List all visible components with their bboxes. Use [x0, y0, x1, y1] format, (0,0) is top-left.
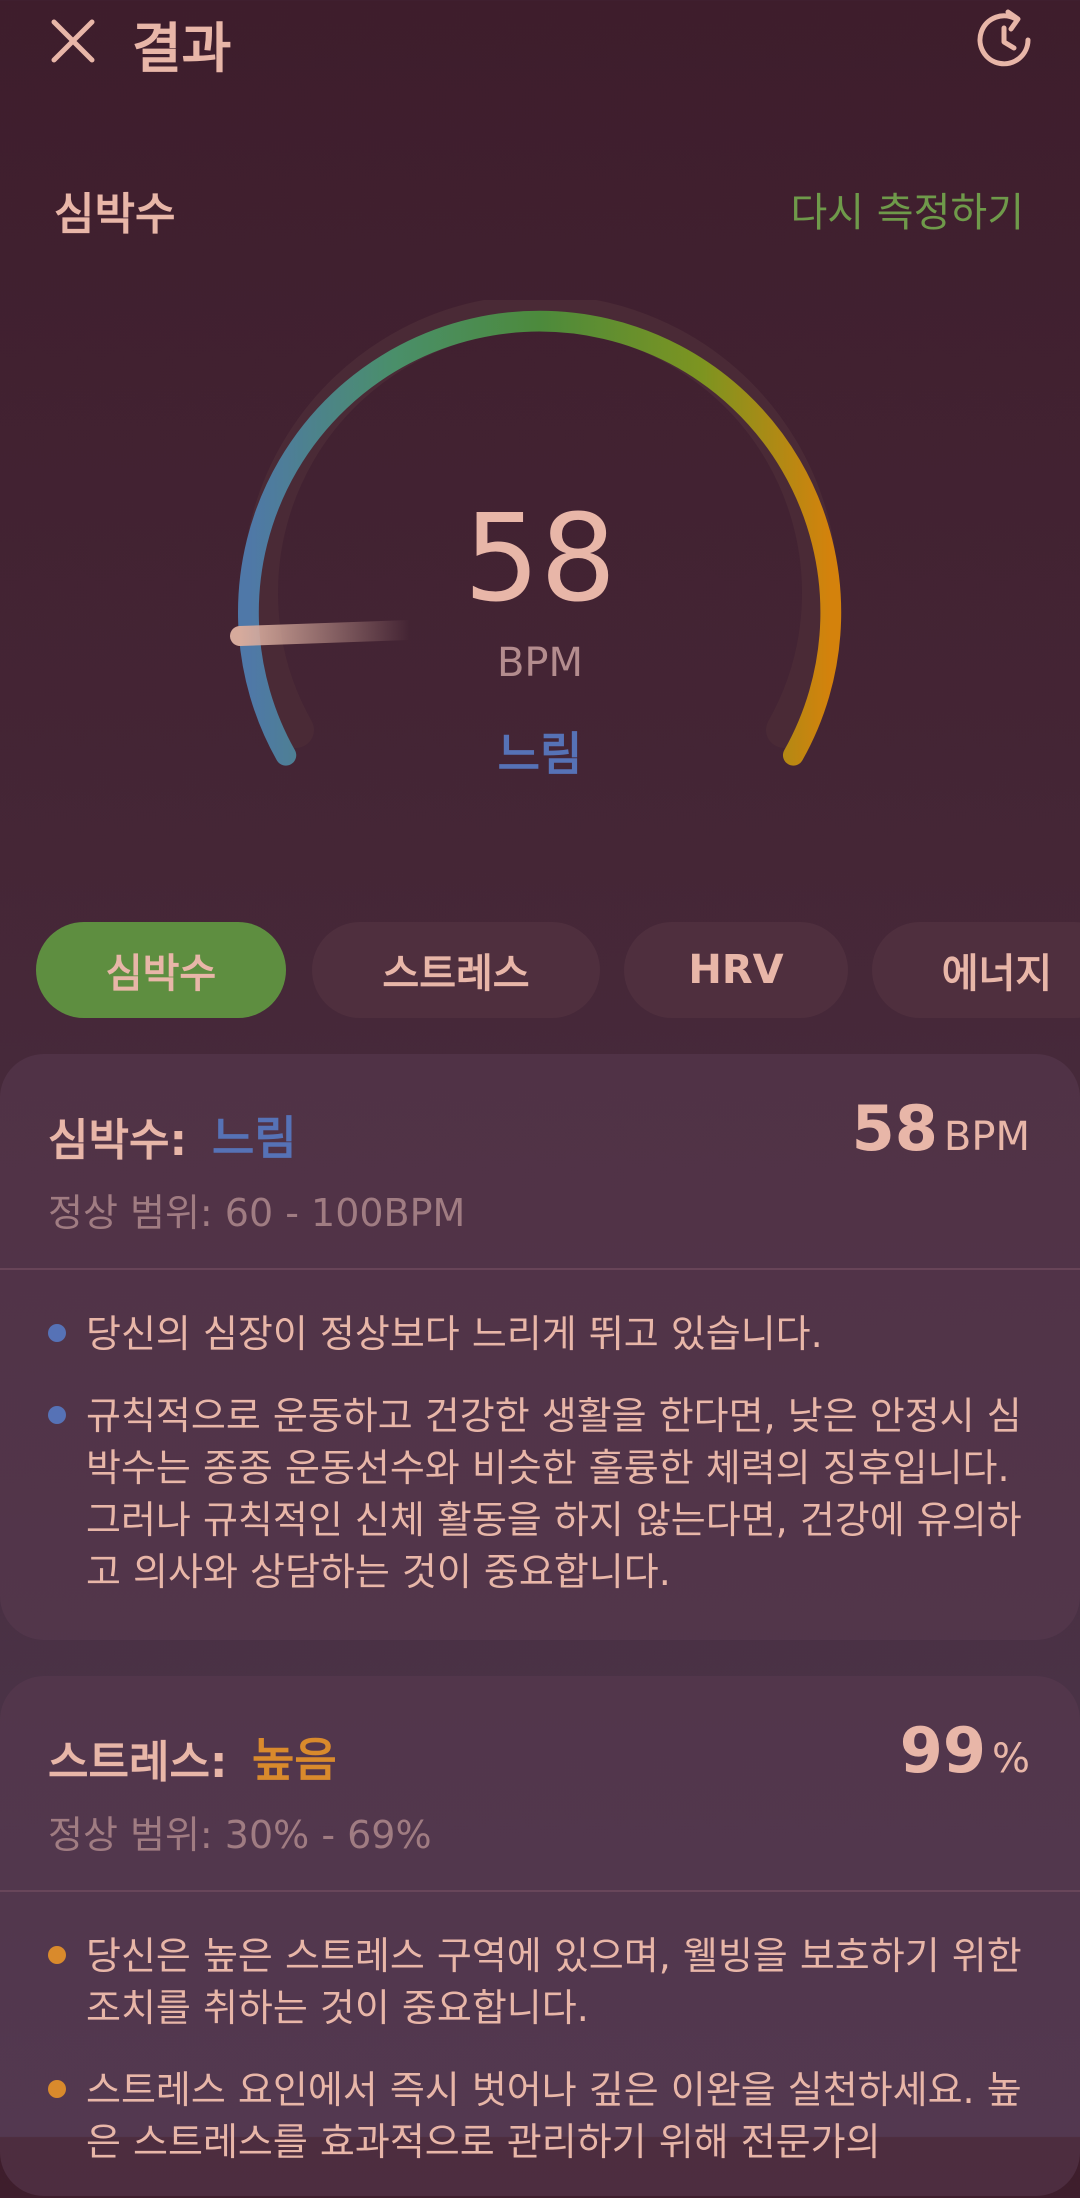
list-item: 당신의 심장이 정상보다 느리게 뛰고 있습니다. — [48, 1308, 1038, 1360]
list-item: 규칙적으로 운동하고 건강한 생활을 한다면, 낮은 안정시 심박수는 종종 운… — [48, 1390, 1038, 1598]
gauge-needle — [230, 620, 420, 646]
history-icon[interactable] — [968, 4, 1040, 76]
page-title: 결과 — [132, 17, 232, 80]
tab-stress[interactable]: 스트레스 — [312, 922, 600, 1018]
bullet-dot — [48, 1946, 66, 1964]
close-icon[interactable] — [40, 8, 104, 72]
card-value-number: 99 — [899, 1714, 986, 1787]
bullet-text: 당신의 심장이 정상보다 느리게 뛰고 있습니다. — [86, 1312, 823, 1356]
divider — [0, 1890, 1080, 1892]
heart-rate-unit: BPM — [496, 640, 584, 686]
metric-tabs: 심박수 스트레스 HRV 에너지 — [36, 922, 1080, 1018]
tab-hrv[interactable]: HRV — [624, 922, 848, 1018]
normal-range: 정상 범위: 30% - 69% — [48, 1813, 432, 1857]
bullet-text: 당신은 높은 스트레스 구역에 있으며, 웰빙을 보호하기 위한 조치를 취하는… — [86, 1934, 1022, 2030]
bullet-dot — [48, 1406, 66, 1424]
card-status: 높음 — [252, 1733, 337, 1787]
top-bar: 결과 — [0, 0, 1080, 90]
bullet-list: 당신의 심장이 정상보다 느리게 뛰고 있습니다. 규칙적으로 운동하고 건강한… — [48, 1308, 1038, 1628]
card-value: 58 BPM — [852, 1092, 1030, 1165]
card-value-unit: % — [991, 1736, 1030, 1782]
card-value: 99% — [900, 1714, 1030, 1787]
tab-heart-rate[interactable]: 심박수 — [36, 922, 286, 1018]
card-value-unit: BPM — [943, 1114, 1030, 1160]
list-item: 스트레스 요인에서 즉시 벗어나 깊은 이완을 실천하세요. 높은 스트레스를 … — [48, 2064, 1038, 2168]
card-label: 스트레스: — [48, 1737, 228, 1788]
tab-energy[interactable]: 에너지 — [872, 922, 1080, 1018]
heart-rate-value: 58 — [463, 490, 617, 629]
stress-card: 스트레스: 높음 99% 정상 범위: 30% - 69% 당신은 높은 스트레… — [0, 1676, 1080, 2196]
normal-range: 정상 범위: 60 - 100BPM — [48, 1191, 466, 1235]
bullet-text: 스트레스 요인에서 즉시 벗어나 깊은 이완을 실천하세요. 높은 스트레스를 … — [86, 2068, 1022, 2164]
heart-rate-status: 느림 — [497, 727, 583, 781]
remeasure-button[interactable]: 다시 측정하기 — [790, 180, 1024, 238]
heart-rate-card: 심박수: 느림 58 BPM 정상 범위: 60 - 100BPM 당신의 심장이… — [0, 1054, 1080, 1640]
list-item: 당신은 높은 스트레스 구역에 있으며, 웰빙을 보호하기 위한 조치를 취하는… — [48, 1930, 1038, 2034]
section-title: 심박수 — [54, 189, 176, 240]
bullet-dot — [48, 2080, 66, 2098]
card-value-number: 58 — [851, 1092, 938, 1165]
card-status: 느림 — [212, 1111, 297, 1165]
bullet-text: 규칙적으로 운동하고 건강한 생활을 한다면, 낮은 안정시 심박수는 종종 운… — [86, 1394, 1022, 1594]
bullet-list: 당신은 높은 스트레스 구역에 있으며, 웰빙을 보호하기 위한 조치를 취하는… — [48, 1930, 1038, 2198]
card-label: 심박수: — [48, 1115, 188, 1166]
bullet-dot — [48, 1324, 66, 1342]
divider — [0, 1268, 1080, 1270]
